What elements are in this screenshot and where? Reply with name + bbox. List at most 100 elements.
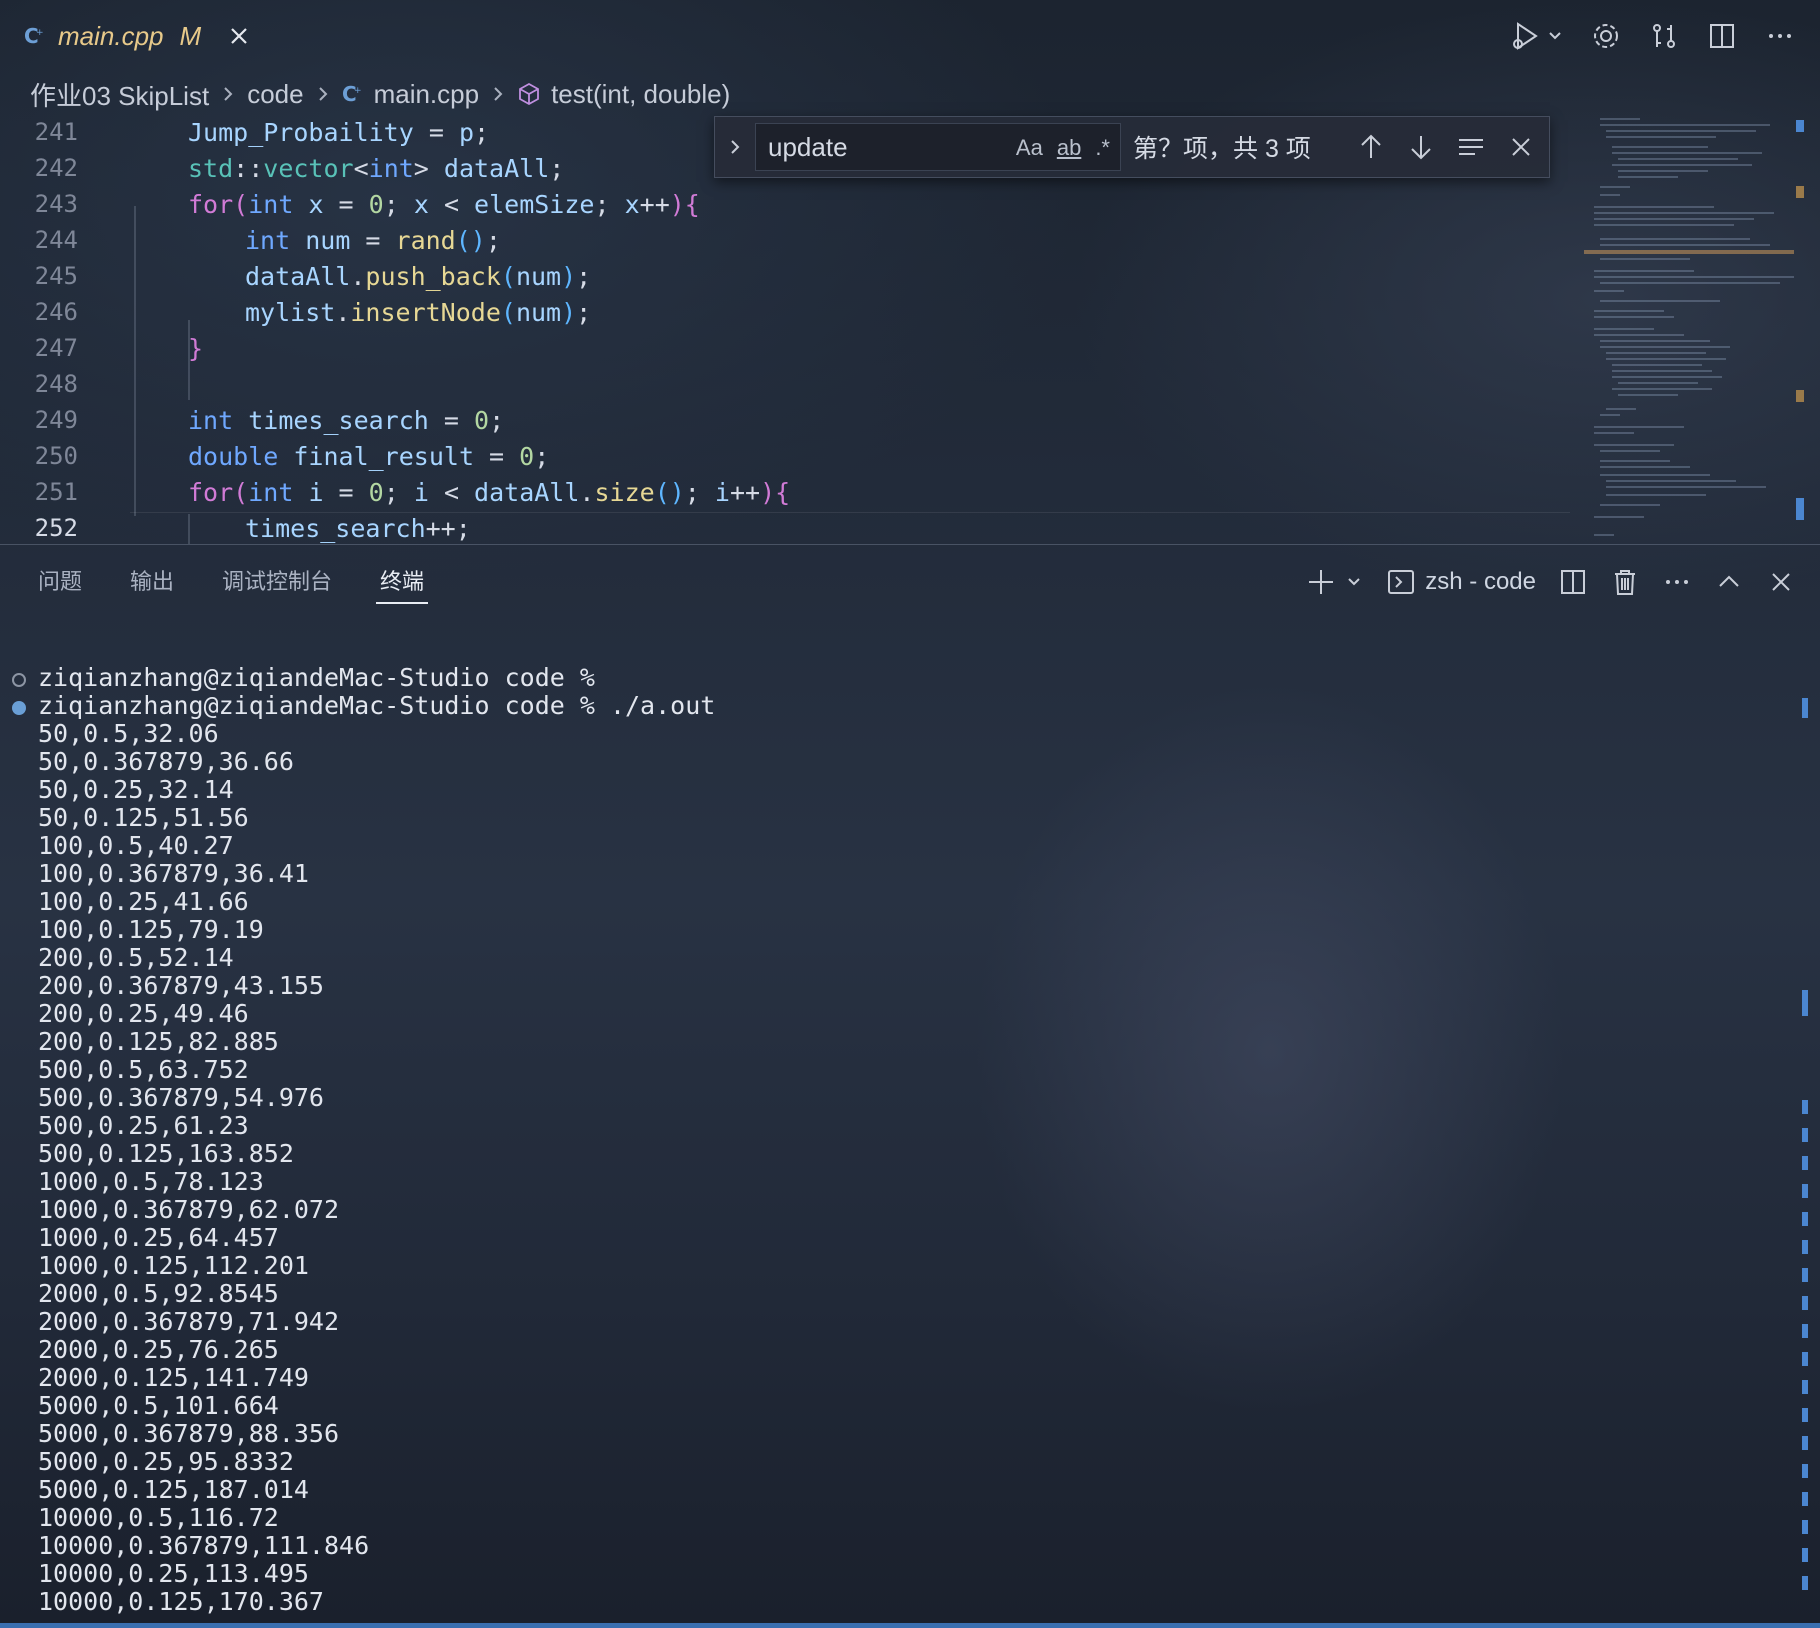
- terminal-output-line: 500,0.125,163.852: [38, 1139, 294, 1168]
- terminal-output-line: 1000,0.25,64.457: [38, 1223, 279, 1252]
- regex-toggle[interactable]: .*: [1095, 135, 1110, 161]
- tab-terminal[interactable]: 终端: [380, 564, 424, 596]
- terminal-icon: [1388, 570, 1415, 594]
- kill-terminal-button[interactable]: [1610, 567, 1640, 597]
- chevron-right-icon: [224, 87, 233, 101]
- new-terminal-button[interactable]: [1307, 567, 1365, 597]
- find-query: update: [768, 131, 848, 162]
- overview-ruler-marks: [1802, 1100, 1808, 1600]
- split-editor-button[interactable]: [1706, 20, 1738, 52]
- find-input[interactable]: update Aa ab .*: [755, 123, 1121, 171]
- terminal-output-line: 100,0.125,79.19: [38, 915, 264, 944]
- terminal-output-line: 2000,0.25,76.265: [38, 1335, 279, 1364]
- tab-problems[interactable]: 问题: [38, 564, 82, 596]
- arrow-up-icon: [1361, 134, 1381, 158]
- svg-text:+: +: [36, 28, 44, 38]
- terminal-output-line: 100,0.367879,36.41: [38, 859, 309, 888]
- code-line: 251 for(int i = 0; i < dataAll.size(); i…: [0, 474, 1580, 510]
- code-line: 247 }: [0, 330, 1580, 366]
- next-match-button[interactable]: [1407, 133, 1435, 161]
- breadcrumb-item-code[interactable]: code: [247, 79, 303, 110]
- terminal-output-line: 1000,0.125,112.201: [38, 1251, 309, 1280]
- git-compare-icon: [1653, 24, 1675, 48]
- line-number: 250: [34, 442, 78, 470]
- close-panel-button[interactable]: [1766, 567, 1796, 597]
- code-line: 244 int num = rand();: [0, 222, 1580, 258]
- editor-tab-main-cpp[interactable]: C + main.cpp M: [24, 14, 251, 58]
- overview-ruler-mark: [1802, 698, 1808, 718]
- terminal-output-line: 2000,0.5,92.8545: [38, 1279, 279, 1308]
- cpp-file-icon: C +: [24, 25, 44, 47]
- gear-icon: [1594, 24, 1618, 48]
- code-editor[interactable]: 241 Jump_Probaility = p; 242 std::vector…: [0, 114, 1820, 544]
- run-debug-icon: [1513, 22, 1561, 50]
- close-icon: [1512, 138, 1530, 156]
- line-number: 252: [34, 514, 78, 542]
- previous-match-button[interactable]: [1357, 133, 1385, 161]
- panel-header: 问题 输出 调试控制台 终端 zsh - code: [0, 548, 1820, 612]
- settings-button[interactable]: [1590, 20, 1622, 52]
- chevron-right-icon: [318, 87, 327, 101]
- tab-filename: main.cpp: [58, 20, 164, 51]
- split-terminal-button[interactable]: [1558, 567, 1588, 597]
- method-cube-icon: [519, 82, 539, 106]
- close-find-button[interactable]: [1507, 133, 1535, 161]
- terminal-output-line: 500,0.25,61.23: [38, 1111, 249, 1140]
- code-line: 250 double final_result = 0;: [0, 438, 1580, 474]
- terminal[interactable]: ziqianzhang@ziqiandeMac-Studio code % zi…: [0, 664, 1800, 1624]
- more-actions-button[interactable]: [1662, 567, 1692, 597]
- tab-output[interactable]: 输出: [130, 564, 174, 596]
- tab-debug-console[interactable]: 调试控制台: [222, 564, 332, 596]
- breadcrumb-item-file[interactable]: main.cpp: [374, 79, 480, 110]
- terminal-name: zsh - code: [1425, 568, 1536, 595]
- line-number: 242: [34, 154, 78, 182]
- terminal-output-line: 5000,0.367879,88.356: [38, 1419, 340, 1448]
- terminal-output-line: 10000,0.125,170.367: [38, 1587, 324, 1616]
- terminal-output-line: 50,0.5,32.06: [38, 719, 219, 748]
- plus-icon: [1309, 570, 1360, 594]
- toggle-replace-button[interactable]: [715, 117, 755, 177]
- line-number: 251: [34, 478, 78, 506]
- tab-modified-indicator: M: [179, 20, 202, 51]
- chevron-up-icon: [1719, 575, 1739, 587]
- close-icon: [1772, 573, 1790, 591]
- panel-divider[interactable]: [0, 544, 1820, 545]
- find-in-selection-button[interactable]: [1457, 133, 1485, 161]
- terminal-output-line: 5000,0.25,95.8332: [38, 1447, 294, 1476]
- line-number: 245: [34, 262, 78, 290]
- terminal-prompt: ziqianzhang@ziqiandeMac-Studio code %: [38, 664, 595, 692]
- terminal-output-line: 1000,0.5,78.123: [38, 1167, 264, 1196]
- ellipsis-icon: [1666, 580, 1688, 584]
- breadcrumb-item-folder[interactable]: 作业03 SkipList: [30, 76, 209, 113]
- terminal-output-line: 50,0.367879,36.66: [38, 747, 294, 776]
- command-decoration-icon[interactable]: [12, 673, 26, 687]
- trash-icon: [1615, 570, 1635, 595]
- command-decoration-icon[interactable]: [12, 701, 26, 715]
- terminal-output-line: 200,0.25,49.46: [38, 999, 249, 1028]
- more-actions-button[interactable]: [1764, 20, 1796, 52]
- maximize-panel-button[interactable]: [1714, 567, 1744, 597]
- close-icon[interactable]: [227, 24, 251, 48]
- terminal-output-line: 50,0.25,32.14: [38, 775, 234, 804]
- terminal-command: ziqianzhang@ziqiandeMac-Studio code % ./…: [38, 691, 716, 720]
- code-line: 245 dataAll.push_back(num);: [0, 258, 1580, 294]
- line-number: 249: [34, 406, 78, 434]
- match-case-toggle[interactable]: Aa: [1016, 135, 1043, 161]
- open-changes-button[interactable]: [1648, 20, 1680, 52]
- minimap[interactable]: [1584, 114, 1794, 542]
- terminal-output-line: 2000,0.125,141.749: [38, 1363, 309, 1392]
- svg-text:+: +: [354, 86, 362, 96]
- terminal-output-line: 500,0.367879,54.976: [38, 1083, 324, 1112]
- terminal-selector[interactable]: zsh - code: [1387, 568, 1536, 596]
- cpp-file-icon: C +: [342, 83, 362, 105]
- run-debug-button[interactable]: [1508, 20, 1564, 52]
- line-number: 241: [34, 118, 78, 146]
- whole-word-toggle[interactable]: ab: [1057, 135, 1081, 161]
- terminal-output-line: 200,0.125,82.885: [38, 1027, 279, 1056]
- code-line: 252 times_search++;: [0, 510, 1580, 544]
- breadcrumb-item-symbol[interactable]: test(int, double): [551, 79, 730, 110]
- line-number: 247: [34, 334, 78, 362]
- terminal-output-line: 50,0.125,51.56: [38, 803, 249, 832]
- code-line: 246 mylist.insertNode(num);: [0, 294, 1580, 330]
- terminal-output-line: 5000,0.5,101.664: [38, 1391, 279, 1420]
